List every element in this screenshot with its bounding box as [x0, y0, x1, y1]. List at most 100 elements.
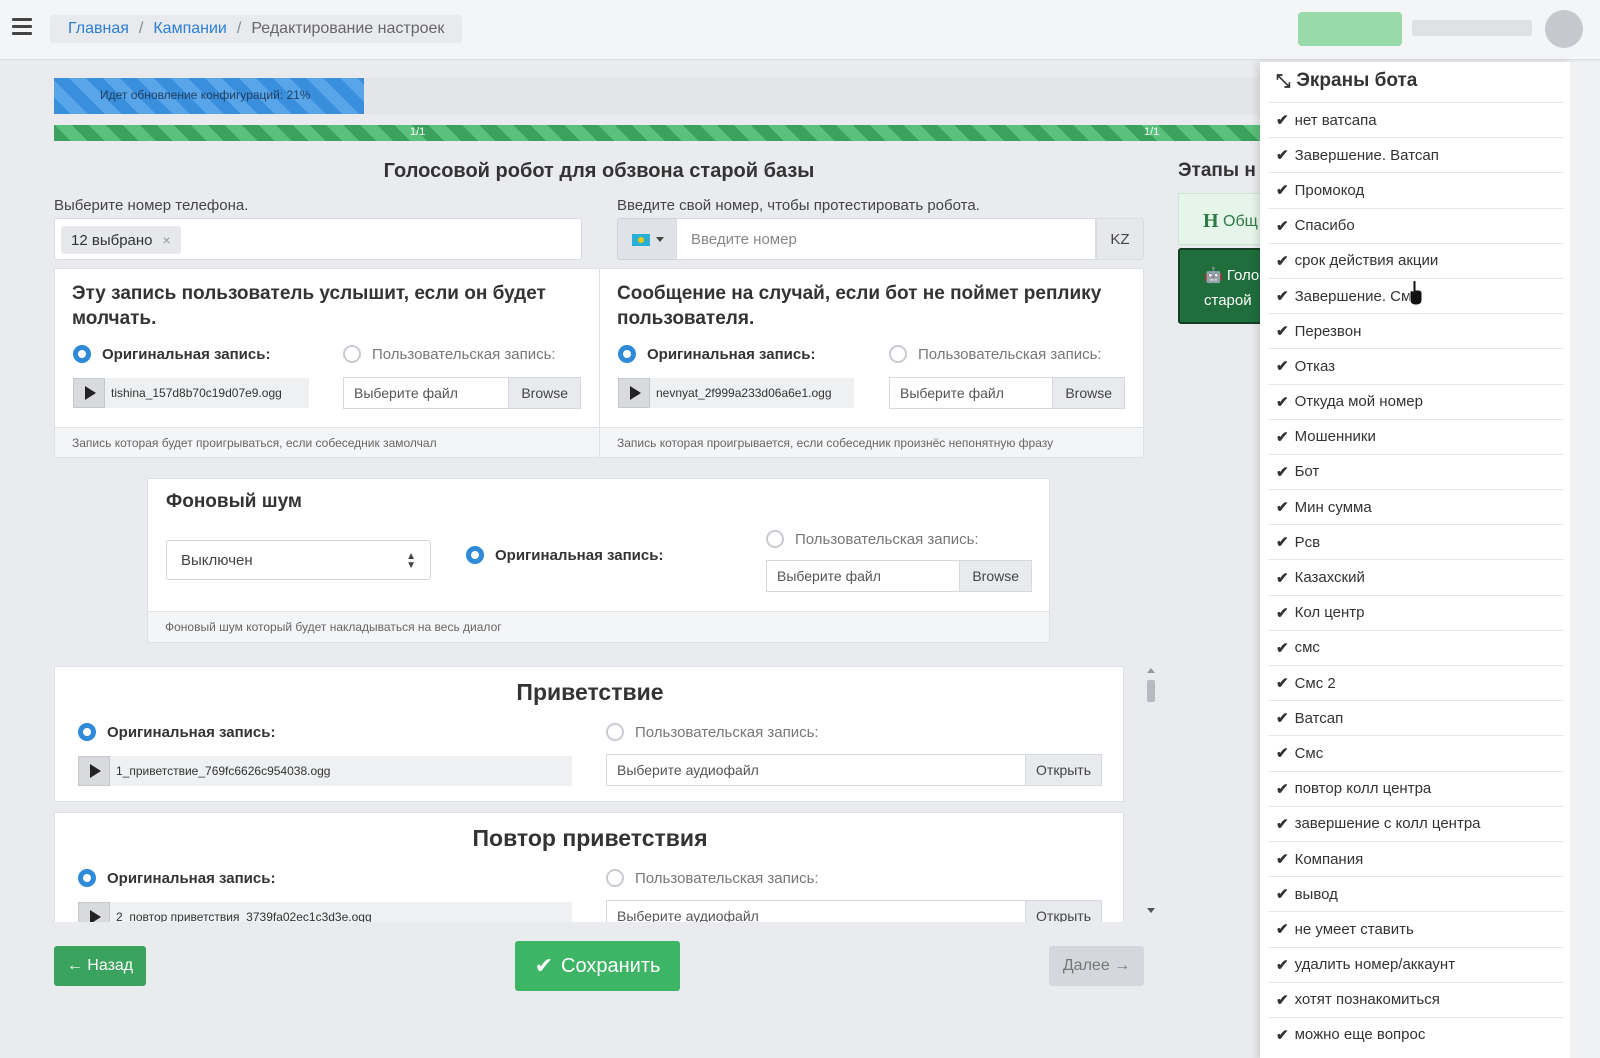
scroll-up-arrow-icon[interactable]	[1147, 668, 1155, 673]
greeting-repeat-file-placeholder: Выберите аудиофайл	[617, 908, 759, 922]
noise-select[interactable]: Выключен ▲ ▼	[166, 540, 431, 580]
bot-screen-item-label: Перезвон	[1294, 322, 1362, 340]
bot-screen-item[interactable]: ✔ хотят познакомиться	[1268, 981, 1564, 1017]
checkmark-icon: ✔	[1276, 182, 1289, 200]
top-bar: Главная / Кампании / Редактирование наст…	[0, 0, 1600, 60]
breadcrumb-separator: /	[138, 20, 144, 37]
bot-screen-item[interactable]: ✔ завершение с колл центра	[1268, 805, 1564, 841]
bot-screen-item[interactable]: ✔ Отказ	[1268, 348, 1564, 383]
silence-custom-radio[interactable]: Пользовательская запись:	[343, 345, 556, 363]
greeting-repeat-open-button[interactable]: Открыть	[1025, 901, 1101, 922]
next-button[interactable]: Далее →	[1049, 946, 1144, 986]
fallback-file-placeholder: Выберите файл	[900, 385, 1004, 401]
bot-screen-item[interactable]: ✔ Спасибо	[1268, 207, 1564, 243]
fallback-title: Сообщение на случай, если бот не поймет …	[617, 283, 1102, 329]
bot-screen-item[interactable]: ✔ Мин сумма	[1268, 489, 1564, 524]
bot-screen-item-label: Ватсап	[1294, 709, 1344, 727]
avatar[interactable]	[1545, 10, 1583, 48]
scrollbar-thumb[interactable]	[1147, 680, 1155, 702]
menu-icon[interactable]	[12, 18, 32, 36]
bot-screen-item[interactable]: ✔ Бот	[1268, 453, 1564, 489]
stage-item-general[interactable]: H Общ	[1178, 193, 1268, 245]
greeting-open-button[interactable]: Открыть	[1025, 755, 1101, 785]
fallback-footer: Запись которая проигрывается, если собес…	[600, 427, 1143, 457]
greeting-custom-radio[interactable]: Пользовательская запись:	[606, 723, 819, 741]
noise-custom-radio[interactable]: Пользовательская запись:	[766, 530, 979, 548]
scroll-down-arrow-icon[interactable]	[1147, 908, 1155, 913]
noise-browse-button[interactable]: Browse	[959, 561, 1031, 591]
checkmark-icon: ✔	[1276, 358, 1289, 376]
noise-original-radio[interactable]: Оригинальная запись:	[466, 546, 663, 564]
checkmark-icon: ✔	[1276, 815, 1289, 833]
bot-screen-item[interactable]: ✔ повтор колл центра	[1268, 770, 1564, 806]
breadcrumb-campaigns-link[interactable]: Кампании	[153, 20, 227, 38]
bot-screen-item[interactable]: ✔ Мошенники	[1268, 418, 1564, 454]
greeting-repeat-file-input[interactable]: Выберите аудиофайл Открыть	[606, 900, 1102, 922]
fallback-custom-radio[interactable]: Пользовательская запись:	[889, 345, 1102, 363]
noise-file-placeholder: Выберите файл	[777, 568, 881, 584]
bot-screen-item[interactable]: ✔ Откуда мой номер	[1268, 383, 1564, 419]
silence-file-input[interactable]: Выберите файл Browse	[343, 377, 581, 409]
hand-cursor-icon	[1409, 280, 1423, 306]
greeting-repeat-original-label: Оригинальная запись:	[107, 869, 276, 887]
fallback-original-radio[interactable]: Оригинальная запись:	[618, 345, 815, 363]
remove-tag-icon[interactable]: ×	[163, 232, 171, 248]
greeting-repeat-original-radio[interactable]: Оригинальная запись:	[78, 869, 275, 887]
bot-screen-item[interactable]: ✔ Компания	[1268, 840, 1564, 876]
bot-screen-item[interactable]: ✔ Кол центр	[1268, 594, 1564, 630]
bot-screen-item[interactable]: ✔ нет ватсапа	[1268, 102, 1564, 137]
kazakhstan-flag-icon	[632, 234, 650, 246]
bot-screen-item[interactable]: ✔ Рсв	[1268, 524, 1564, 559]
bot-screen-item[interactable]: ✔ Завершение. Ватсап	[1268, 137, 1564, 172]
greeting-file-input[interactable]: Выберите аудиофайл Открыть	[606, 754, 1102, 786]
bot-screen-item[interactable]: ✔ Промокод	[1268, 172, 1564, 207]
bot-screen-item[interactable]: ✔ Перезвон	[1268, 313, 1564, 348]
phone-multiselect[interactable]: 12 выбрано ×	[54, 218, 582, 260]
breadcrumb-home-link[interactable]: Главная	[68, 20, 129, 38]
bot-screen-item[interactable]: ✔ Ватсап	[1268, 700, 1564, 735]
test-phone-input[interactable]	[676, 218, 1096, 260]
bot-screen-item[interactable]: ✔ срок действия акции	[1268, 242, 1564, 278]
bot-screen-item[interactable]: ✔ можно еще вопрос	[1268, 1016, 1564, 1052]
play-icon[interactable]	[73, 378, 105, 408]
back-button[interactable]: ← Назад	[54, 946, 146, 986]
bot-screen-item-label: нет ватсапа	[1294, 111, 1377, 129]
greeting-repeat-custom-radio[interactable]: Пользовательская запись:	[606, 869, 819, 887]
fallback-card: Сообщение на случай, если бот не поймет …	[599, 268, 1144, 458]
bot-screen-item-label: Компания	[1294, 850, 1364, 868]
silence-audio-player: tishina_157d8b70c19d07e9.ogg	[73, 378, 309, 408]
selected-count-tag[interactable]: 12 выбрано ×	[61, 226, 181, 254]
bot-screen-item-label: можно еще вопрос	[1294, 1026, 1426, 1044]
bot-screen-item[interactable]: ✔ вывод	[1268, 876, 1564, 911]
top-action-button[interactable]	[1298, 12, 1402, 46]
radio-unchecked-icon	[606, 869, 624, 887]
fallback-file-input[interactable]: Выберите файл Browse	[889, 377, 1125, 409]
screens-scroll-area[interactable]: Приветствие Оригинальная запись: Пользов…	[54, 666, 1162, 922]
fallback-audio-player: nevnyat_2f999a233d06a6e1.ogg	[618, 378, 854, 408]
country-dropdown[interactable]	[617, 218, 677, 260]
play-icon[interactable]	[618, 378, 650, 408]
checkmark-icon: ✔	[1276, 499, 1289, 517]
bot-screen-item[interactable]: ✔ не умеет ставить	[1268, 911, 1564, 946]
noise-file-input[interactable]: Выберите файл Browse	[766, 560, 1032, 592]
user-name[interactable]	[1412, 20, 1532, 36]
fallback-browse-button[interactable]: Browse	[1052, 378, 1124, 408]
silence-browse-button[interactable]: Browse	[508, 378, 580, 408]
radio-checked-icon	[73, 345, 91, 363]
play-icon[interactable]	[78, 902, 110, 922]
bot-screen-item[interactable]: ✔ смс	[1268, 629, 1564, 665]
country-code: KZ	[1096, 218, 1144, 260]
bot-screen-item[interactable]: ✔ Смс 2	[1268, 665, 1564, 700]
save-button[interactable]: ✔ Сохранить	[515, 941, 680, 991]
bot-screen-item-label: завершение с колл центра	[1294, 815, 1481, 833]
greeting-original-radio[interactable]: Оригинальная запись:	[78, 723, 275, 741]
bot-screen-item[interactable]: ✔ удалить номер/аккаунт	[1268, 946, 1564, 982]
bot-screen-item[interactable]: ✔ Смс	[1268, 735, 1564, 770]
scrollbar[interactable]	[1144, 666, 1158, 922]
stage-item-voice-robot[interactable]: 🤖 Голо старой	[1178, 248, 1268, 324]
play-icon[interactable]	[78, 756, 110, 786]
bot-screen-item-label: Завершение. Ватсап	[1294, 146, 1439, 164]
silence-original-radio[interactable]: Оригинальная запись:	[73, 345, 270, 363]
bot-screen-item[interactable]: ✔ Казахский	[1268, 559, 1564, 594]
config-update-progress-text: Идет обновление конфигураций: 21%	[100, 88, 311, 102]
